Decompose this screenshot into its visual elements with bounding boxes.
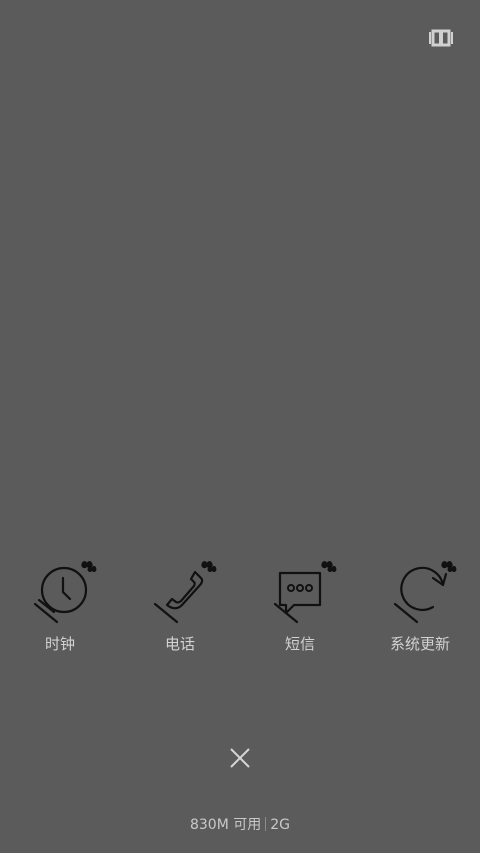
recents-toggle-icon xyxy=(429,29,453,47)
app-messages[interactable]: 短信 xyxy=(245,552,355,662)
memory-separator xyxy=(265,817,267,831)
app-label-messages: 短信 xyxy=(284,635,315,653)
memory-status: 830M 可用 2G xyxy=(0,815,480,835)
memory-total: 2G xyxy=(270,817,291,833)
close-all-button[interactable] xyxy=(225,743,255,773)
memory-available: 830M 可用 xyxy=(189,817,262,833)
app-label-clock: 时钟 xyxy=(44,635,75,653)
recents-toggle-button[interactable] xyxy=(428,27,454,49)
clock-icon xyxy=(28,554,98,626)
app-phone[interactable]: 电话 xyxy=(125,552,235,662)
app-clock[interactable]: 时钟 xyxy=(5,552,115,662)
phone-icon xyxy=(148,554,218,626)
close-icon xyxy=(230,748,250,768)
message-icon xyxy=(268,554,338,626)
app-system-update[interactable]: 系统更新 xyxy=(365,552,475,662)
app-list: 时钟 电话 短信 系统更新 xyxy=(0,552,480,662)
app-label-phone: 电话 xyxy=(164,635,195,653)
app-label-system-update: 系统更新 xyxy=(389,635,450,653)
refresh-icon xyxy=(388,554,458,626)
